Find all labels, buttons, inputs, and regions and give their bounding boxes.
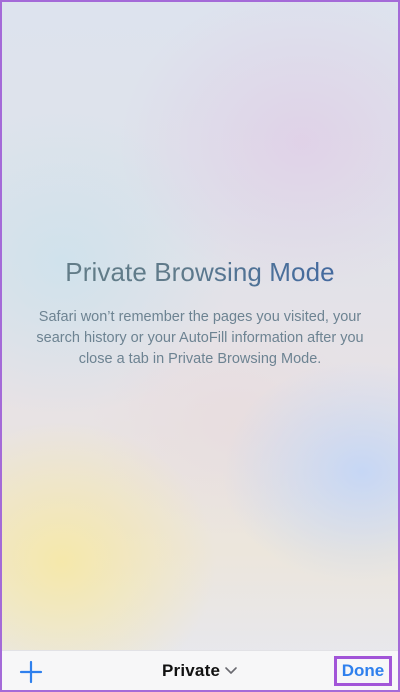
done-button[interactable]: Done bbox=[334, 656, 392, 686]
private-browsing-description: Safari won’t remember the pages you visi… bbox=[36, 309, 364, 367]
chevron-down-icon bbox=[224, 666, 238, 676]
bottom-toolbar: Private Done bbox=[2, 650, 398, 690]
new-tab-button[interactable] bbox=[18, 659, 44, 685]
page-title: Private Browsing Mode bbox=[2, 257, 398, 288]
safari-private-tab-overview: Private Browsing Mode Safari won’t remem… bbox=[0, 0, 400, 692]
private-browsing-info: Private Browsing Mode Safari won’t remem… bbox=[2, 257, 398, 370]
tab-group-selector[interactable]: Private bbox=[162, 660, 238, 682]
tab-group-label: Private bbox=[162, 661, 221, 680]
plus-icon bbox=[18, 659, 44, 685]
